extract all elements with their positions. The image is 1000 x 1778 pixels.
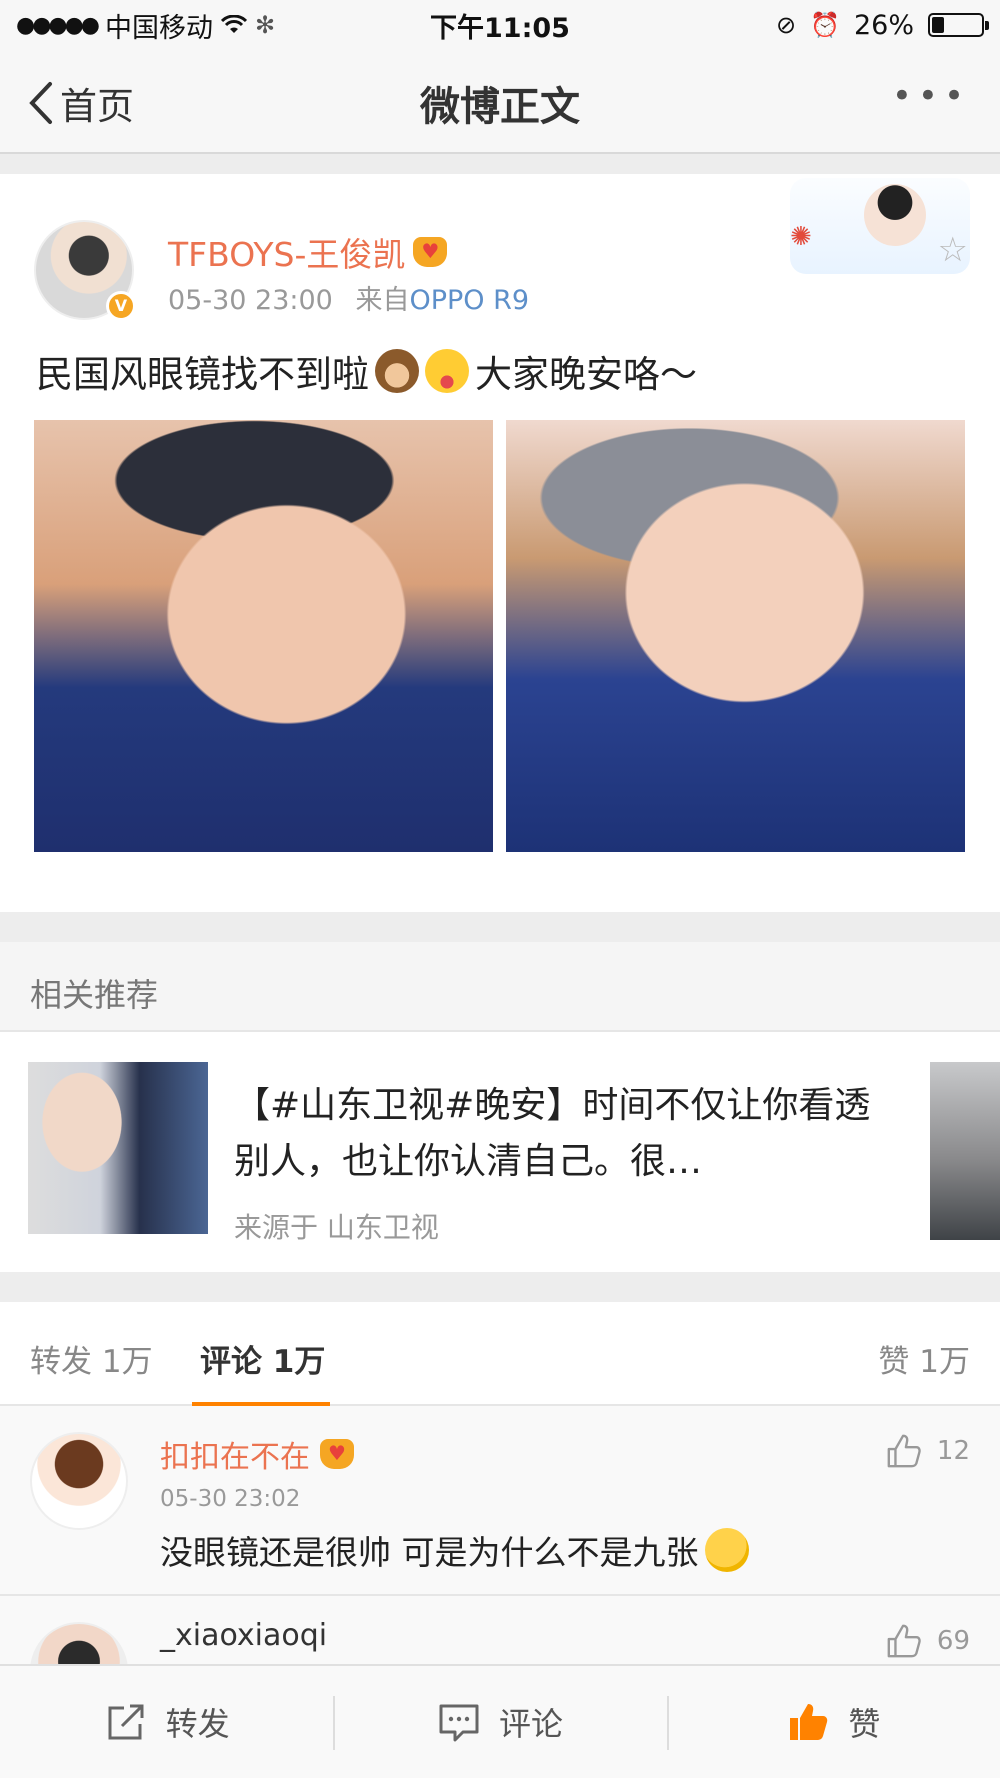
post-source-link[interactable]: OPPO R9	[409, 285, 529, 316]
comment-time: 05-30 23:02	[160, 1486, 301, 1512]
back-label: 首页	[60, 85, 134, 128]
author-name[interactable]: TFBOYS-王俊凯	[168, 228, 448, 276]
related-item-source: 来源于 山东卫视	[234, 1211, 439, 1244]
comment-like-count: 12	[936, 1436, 970, 1466]
thumbs-up-filled-icon	[790, 1704, 828, 1740]
comment-text: 没眼镜还是很帅 可是为什么不是九张	[160, 1526, 749, 1574]
weibo-post-page: ●●●●● 中国移动 ✻ 下午11:05 ⊘ ⏰ 26% 首页 微博正文 •••…	[0, 0, 1000, 1778]
status-bar: ●●●●● 中国移动 ✻ 下午11:05 ⊘ ⏰ 26%	[0, 0, 1000, 50]
commenter-name-label: _xiaoxiaoqi	[160, 1618, 328, 1653]
post-text-part1: 民国风眼镜找不到啦	[36, 353, 369, 396]
like-button[interactable]: 赞	[666, 1666, 1000, 1778]
commenter-name[interactable]: 扣扣在不在	[160, 1432, 354, 1476]
star-icon: ☆	[937, 230, 968, 270]
signal-icon: ●●●●●	[16, 12, 100, 38]
thinking-emoji-icon	[704, 1528, 749, 1572]
related-header: 相关推荐	[0, 942, 1000, 1032]
post-photo-2[interactable]	[506, 420, 965, 852]
comment-button[interactable]: 评论	[333, 1666, 666, 1778]
vip-crown-icon	[320, 1439, 354, 1469]
back-button[interactable]: 首页	[26, 76, 134, 130]
related-title: 相关推荐	[30, 976, 159, 1014]
comment-icon	[439, 1704, 479, 1742]
thumbs-up-icon	[887, 1434, 921, 1468]
carrier-label: 中国移动	[104, 12, 213, 44]
battery-percent: 26%	[853, 9, 914, 41]
post-meta: 05-30 23:00 来自OPPO R9	[168, 278, 529, 317]
comment-like-button[interactable]: 12	[885, 1432, 970, 1470]
tab-like[interactable]: 赞 1万	[878, 1336, 970, 1381]
post-text-part2: 大家晚安咯～	[475, 353, 697, 396]
post-text: 民国风眼镜找不到啦 大家晚安咯～	[36, 344, 697, 398]
battery-level	[932, 17, 945, 33]
repost-button[interactable]: 转发	[0, 1666, 333, 1778]
profile-sticker-decoration: ✺ ☆	[790, 178, 970, 274]
chevron-left-icon	[29, 82, 52, 124]
crab-icon: ✺	[790, 222, 812, 252]
post-card: V TFBOYS-王俊凯 05-30 23:00 来自OPPO R9 ✺ ☆ 民…	[0, 174, 1000, 912]
source-prefix: 来自	[355, 285, 410, 316]
tab-repost[interactable]: 转发 1万	[30, 1336, 153, 1381]
nav-bar: 首页 微博正文 •••	[0, 50, 1000, 154]
commenter-name[interactable]: _xiaoxiaoqi	[160, 1618, 327, 1653]
comment-text-body: 没眼镜还是很帅 可是为什么不是九张	[160, 1533, 699, 1572]
battery-icon	[928, 13, 989, 37]
see-no-evil-monkey-icon	[375, 349, 419, 393]
thumbs-up-icon	[887, 1624, 921, 1658]
comment-item: 扣扣在不在 05-30 23:02 没眼镜还是很帅 可是为什么不是九张 12	[0, 1406, 1000, 1596]
repost-label: 转发	[165, 1705, 230, 1743]
bottom-toolbar: 转发 评论 赞	[0, 1664, 1000, 1778]
loading-icon: ✻	[254, 11, 276, 39]
related-thumbnail	[28, 1062, 208, 1234]
wifi-icon	[220, 15, 247, 33]
author-name-label: TFBOYS-王俊凯	[168, 235, 406, 274]
post-timestamp: 05-30 23:00	[168, 285, 333, 316]
related-card[interactable]: 【#山东卫视#晚安】时间不仅让你看透别人，也让你认清自己。很… 来源于 山东卫视	[0, 1032, 1000, 1272]
tongue-out-emoji-icon	[425, 349, 469, 393]
more-options-button[interactable]: •••	[892, 76, 970, 116]
post-photo-1[interactable]	[34, 420, 493, 852]
verified-badge-icon: V	[106, 291, 136, 321]
vip-crown-icon	[413, 237, 448, 267]
status-left: ●●●●● 中国移动 ✻	[16, 6, 776, 45]
related-item-title: 【#山东卫视#晚安】时间不仅让你看透别人，也让你认清自己。很…	[234, 1085, 871, 1182]
interaction-tabs: 转发 1万 评论 1万 赞 1万	[0, 1302, 1000, 1406]
commenter-name-label: 扣扣在不在	[160, 1440, 310, 1475]
comment-label: 评论	[498, 1705, 563, 1743]
sticker-avatar	[864, 184, 926, 246]
commenter-avatar[interactable]	[30, 1432, 128, 1530]
comment-like-button[interactable]: 69	[885, 1622, 970, 1660]
related-next-thumbnail[interactable]	[930, 1062, 1000, 1240]
status-right: ⊘ ⏰ 26%	[775, 9, 989, 41]
share-icon	[108, 1704, 144, 1740]
like-label: 赞	[848, 1705, 881, 1743]
alarm-icon: ⏰	[810, 11, 840, 39]
tab-comment[interactable]: 评论 1万	[200, 1336, 325, 1381]
page-title: 微博正文	[420, 84, 580, 130]
rotation-lock-icon: ⊘	[775, 11, 797, 39]
comment-like-count: 69	[936, 1626, 970, 1656]
